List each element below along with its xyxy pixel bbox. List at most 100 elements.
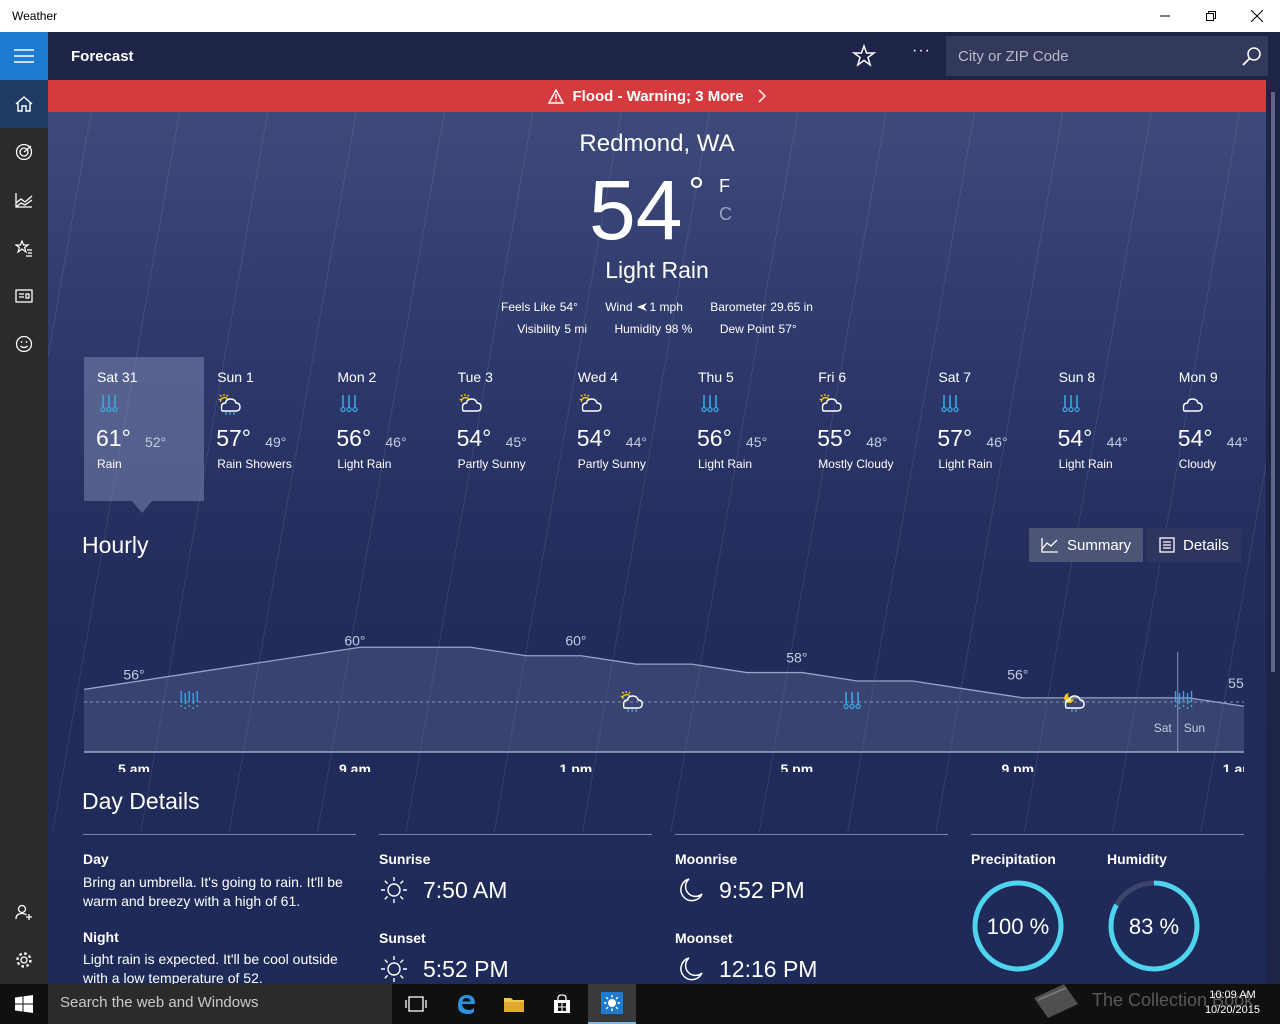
- x-tick-label: 9 pm: [1001, 761, 1034, 772]
- rain-icon: [100, 395, 118, 413]
- windows-logo-icon: [15, 995, 33, 1013]
- day-name: Sat 31: [97, 369, 138, 385]
- divider: [83, 834, 356, 835]
- day-condition: Partly Sunny: [457, 457, 526, 471]
- current-condition: Light Rain: [605, 257, 709, 283]
- temperature-label: 55°: [1228, 675, 1244, 691]
- edge-icon: [458, 995, 475, 1014]
- day-label: Day: [83, 851, 109, 867]
- degree-symbol: °: [688, 170, 705, 214]
- taskbar-search[interactable]: Search the web and Windows: [48, 984, 392, 1024]
- day-forecast-item[interactable]: Mon 2 56° 46° Light Rain: [324, 357, 444, 501]
- day-forecast-item[interactable]: Fri 6 55° 48° Mostly Cloudy: [805, 357, 925, 501]
- details-list-icon: [1159, 537, 1175, 553]
- search-input[interactable]: [946, 36, 1236, 76]
- selected-day-pointer: [132, 501, 152, 513]
- weather-app-button[interactable]: [588, 984, 636, 1024]
- moonset-time: 12:16 PM: [719, 956, 818, 982]
- sun-rain-icon: [218, 394, 241, 415]
- day-high: 54°: [576, 425, 612, 451]
- day-high: 57°: [216, 425, 251, 451]
- scrollbar[interactable]: [1266, 80, 1280, 984]
- rain-icon: [941, 395, 960, 413]
- day-name: Sun 8: [1058, 369, 1096, 385]
- chart-icon: [15, 193, 33, 208]
- window-title: Weather: [12, 9, 58, 23]
- day-low: 44°: [1106, 434, 1128, 450]
- taskbar: Search the web and Windows The Collectio…: [0, 984, 1280, 1024]
- unit-c-toggle[interactable]: C: [719, 204, 732, 225]
- nav-feedback[interactable]: [0, 320, 48, 368]
- x-tick-label: 1 pm: [560, 761, 593, 772]
- nav-settings[interactable]: [0, 936, 48, 984]
- more-button[interactable]: ···: [912, 42, 931, 60]
- temperature-label: 58°: [786, 650, 807, 666]
- store-button[interactable]: [538, 984, 586, 1024]
- start-button[interactable]: [0, 984, 48, 1024]
- day-name: Tue 3: [457, 369, 493, 385]
- x-tick-label: 5 am: [118, 761, 150, 772]
- day-forecast-item[interactable]: Sat 7 57° 46° Light Rain: [925, 357, 1045, 501]
- clock[interactable]: 10:09 AM 10/20/2015: [1205, 988, 1260, 1018]
- restore-button[interactable]: [1188, 0, 1234, 32]
- search-box: [946, 36, 1268, 76]
- nav-places[interactable]: [0, 224, 48, 272]
- day-forecast-item[interactable]: Wed 4 54° 44° Partly Sunny: [565, 357, 685, 501]
- clock-time: 10:09 AM: [1209, 989, 1256, 1001]
- nav-forecast[interactable]: [0, 80, 48, 128]
- night-label: Night: [83, 929, 119, 945]
- day-forecast-item[interactable]: Mon 9 54° 44° Cloudy: [1166, 357, 1266, 501]
- stats-row-2: Visibility 5 mi Humidity 98 % Dew Point 57°: [48, 322, 1266, 336]
- day-condition: Mostly Cloudy: [818, 457, 894, 471]
- day-details-title: Day Details: [82, 788, 200, 814]
- close-button[interactable]: [1234, 0, 1280, 32]
- nav-account[interactable]: [0, 888, 48, 936]
- nav-maps[interactable]: [0, 128, 48, 176]
- night-description: Light rain is expected. It'll be cool ou…: [83, 951, 338, 984]
- weather-alert-bar[interactable]: Flood - Warning; 3 More: [48, 80, 1266, 112]
- day-name: Sun 1: [217, 369, 254, 385]
- sunset-time: 5:52 PM: [423, 956, 509, 982]
- dew-point-label: Dew Point: [719, 322, 775, 336]
- day-forecast-item[interactable]: Sun 1 57° 49° Rain Showers: [204, 357, 324, 501]
- temperature-label: 60°: [344, 633, 365, 649]
- file-explorer-button[interactable]: [490, 984, 538, 1024]
- precipitation-label: Precipitation: [971, 851, 1056, 867]
- day-forecast-item[interactable]: Sun 8 54° 44° Light Rain: [1046, 357, 1166, 501]
- moonrise-time: 9:52 PM: [719, 877, 805, 903]
- divider: [675, 834, 948, 835]
- sunrise-time: 7:50 AM: [423, 877, 508, 903]
- details-tab[interactable]: Details: [1147, 528, 1241, 562]
- day-forecast-item[interactable]: Thu 5 56° 45° Light Rain: [685, 357, 805, 501]
- rain-icon: [1061, 395, 1080, 413]
- moonrise-label: Moonrise: [675, 851, 738, 867]
- day-forecast-item[interactable]: Tue 3 54° 45° Partly Sunny: [445, 357, 565, 501]
- edge-button[interactable]: [442, 984, 490, 1024]
- radar-icon: [15, 143, 33, 161]
- mostly-cloudy-icon: [819, 394, 842, 412]
- summary-tab[interactable]: Summary: [1029, 528, 1144, 562]
- day-weather-icon: [697, 391, 723, 417]
- cloudy-icon: [1182, 398, 1203, 412]
- sunset-label: Sunset: [379, 930, 426, 946]
- day-high: 54°: [1057, 425, 1093, 451]
- hamburger-button[interactable]: [0, 32, 48, 80]
- app-header: Forecast ···: [48, 32, 1280, 80]
- day-high: 56°: [336, 425, 372, 451]
- search-button[interactable]: [1242, 46, 1262, 71]
- page-title: Forecast: [71, 48, 134, 65]
- sunrise-icon: [381, 877, 407, 903]
- minimize-button[interactable]: [1142, 0, 1188, 32]
- nav-rail: [0, 32, 48, 984]
- scrollbar-thumb[interactable]: [1271, 92, 1275, 672]
- day-forecast-item[interactable]: Sat 31 61° 52° Rain: [84, 357, 204, 501]
- day-weather-icon: [937, 391, 963, 417]
- task-view-button[interactable]: [392, 984, 440, 1024]
- sunset-icon: [381, 956, 407, 982]
- nav-news[interactable]: [0, 272, 48, 320]
- unit-f-toggle[interactable]: F: [719, 176, 730, 197]
- nav-historical[interactable]: [0, 176, 48, 224]
- folder-icon: [504, 998, 524, 1012]
- favorite-button[interactable]: [851, 43, 877, 68]
- day-condition: Light Rain: [337, 457, 392, 471]
